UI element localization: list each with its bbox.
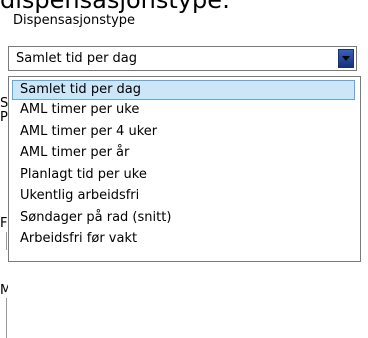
obscured-label-fragment: F <box>0 216 8 231</box>
dropdown-option[interactable]: Søndager på rad (snitt) <box>12 209 355 229</box>
dispensation-type-label: Dispensasjonstype <box>13 13 136 28</box>
dropdown-option[interactable]: Arbeidsfri før vakt <box>12 230 355 250</box>
combobox-selected-value: Samlet tid per dag <box>16 51 138 66</box>
dispensation-type-combobox[interactable]: Samlet tid per dag <box>8 46 357 71</box>
dropdown-option[interactable]: AML timer per uke <box>12 101 355 121</box>
obscured-label-fragment: M <box>0 283 8 298</box>
chevron-down-icon <box>342 56 350 61</box>
dropdown-option[interactable]: AML timer per 4 uker <box>12 123 355 143</box>
dropdown-option[interactable]: Planlagt tid per uke <box>12 166 355 186</box>
obscured-field-edge <box>6 232 7 250</box>
obscured-label-fragment: P <box>0 110 8 125</box>
dropdown-option[interactable]: AML timer per år <box>12 144 355 164</box>
dropdown-arrow-button[interactable] <box>338 49 354 68</box>
dropdown-option[interactable]: Samlet tid per dag <box>12 80 355 100</box>
obscured-field-edge <box>6 298 7 338</box>
page-heading: dispensasjonstype: <box>0 0 368 13</box>
dropdown-option[interactable]: Ukentlig arbeidsfri <box>12 187 355 207</box>
dispensation-type-dropdown-list[interactable]: Samlet tid per dag AML timer per uke AML t… <box>8 76 361 262</box>
